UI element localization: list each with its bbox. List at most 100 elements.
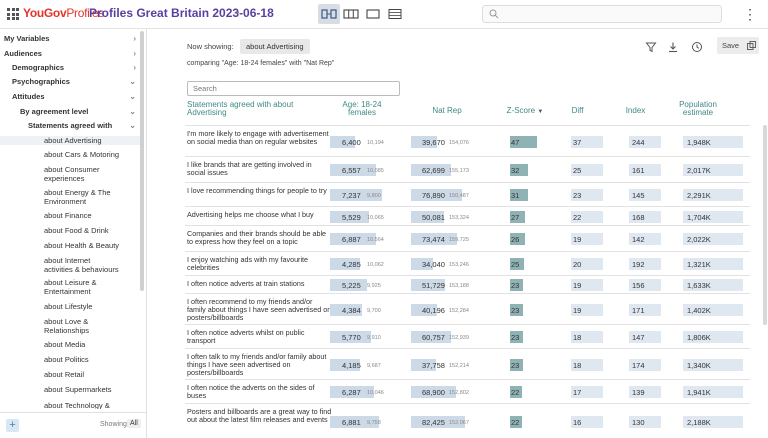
sidebar-item[interactable]: about Finance <box>0 211 140 220</box>
table-row[interactable]: I often notice the adverts on the sides … <box>185 379 750 403</box>
sidebar-item[interactable]: about Politics <box>0 355 140 364</box>
sidebar-item[interactable]: about Internet activities & behaviours <box>0 256 140 274</box>
natrep-value: 37,758 <box>422 361 445 370</box>
table-row[interactable]: I often notice adverts at train stations… <box>185 275 750 293</box>
sidebar-item[interactable]: about Retail <box>0 370 140 379</box>
sidebar-item[interactable]: about Cars & Motoring <box>0 150 140 159</box>
sidebar-item[interactable]: about Energy & The Environment <box>0 188 140 206</box>
table-row[interactable]: I like brands that are getting involved … <box>185 156 750 182</box>
sidebar-item[interactable]: Demographics › <box>0 63 140 72</box>
showing-label: Showing <box>100 421 127 428</box>
sidebar-item[interactable]: By agreement level ⌄ <box>0 107 140 116</box>
chevron-down-icon[interactable]: ⌄ <box>129 121 136 130</box>
sidebar-item[interactable]: about Technology & <box>0 401 140 409</box>
population-value: 2,017K <box>687 166 711 175</box>
apps-grid-icon[interactable] <box>7 8 19 20</box>
add-button[interactable]: + <box>6 419 19 432</box>
clock-icon[interactable] <box>691 41 703 53</box>
filter-icon[interactable] <box>645 41 657 53</box>
download-icon[interactable] <box>667 41 679 53</box>
table-row[interactable]: I often recommend to my friends and/or f… <box>185 293 750 324</box>
sidebar-item[interactable]: Psychographics ⌄ <box>0 77 140 86</box>
natrep-base: 152,214 <box>449 363 469 369</box>
population-value: 1,704K <box>687 213 711 222</box>
population-value: 2,291K <box>687 191 711 200</box>
table-row[interactable]: I enjoy watching ads with my favourite c… <box>185 251 750 275</box>
single-view-icon[interactable] <box>362 4 384 24</box>
copy-icon[interactable] <box>747 41 756 50</box>
sidebar-item[interactable]: about Consumer experiences <box>0 165 140 183</box>
natrep-value: 34,040 <box>422 260 445 269</box>
table-search-input[interactable]: Search <box>187 81 400 96</box>
statement-label: I'm more likely to engage with advertise… <box>187 129 329 146</box>
page-title[interactable]: Profiles Great Britain 2023-06-18 <box>89 6 274 20</box>
table-row[interactable]: I often notice adverts whilst on public … <box>185 324 750 348</box>
table-row[interactable]: I often talk to my friends and/or family… <box>185 348 750 379</box>
zscore-value: 32 <box>511 166 520 175</box>
chevron-right-icon[interactable]: › <box>133 63 136 72</box>
columns-view-icon[interactable] <box>340 4 362 24</box>
index-value: 168 <box>632 213 645 222</box>
col-population[interactable]: Population estimate <box>672 101 724 117</box>
zscore-value: 26 <box>511 235 520 244</box>
sidebar-item[interactable]: about Lifestyle <box>0 302 140 311</box>
chevron-down-icon[interactable]: ⌄ <box>129 92 136 101</box>
sidebar-item[interactable]: about Food & Drink <box>0 226 140 235</box>
global-search-input[interactable] <box>482 5 722 23</box>
natrep-value: 60,757 <box>422 333 445 342</box>
table-row[interactable]: I love recommending things for people to… <box>185 182 750 206</box>
chevron-right-icon[interactable]: › <box>133 49 136 58</box>
col-natrep[interactable]: Nat Rep <box>422 107 472 115</box>
sidebar-item[interactable]: Audiences › <box>0 49 140 58</box>
chevron-down-icon[interactable]: ⌄ <box>129 77 136 86</box>
now-showing-chip[interactable]: about Advertising <box>240 39 310 54</box>
index-value: 161 <box>632 166 645 175</box>
index-value: 145 <box>632 191 645 200</box>
audience-base: 10,085 <box>367 168 384 174</box>
col-index[interactable]: Index <box>623 107 648 115</box>
table-row[interactable]: Posters and billboards are a great way t… <box>185 403 750 438</box>
sidebar-item-label: about Internet activities & behaviours <box>44 256 119 274</box>
natrep-base: 153,324 <box>449 215 469 221</box>
zscore-value: 27 <box>511 213 520 222</box>
more-menu-icon[interactable]: ⋮ <box>743 7 757 21</box>
audience-base: 9,910 <box>367 335 381 341</box>
col-audience[interactable]: Age: 18-24 females <box>337 101 387 117</box>
showing-filter-select[interactable]: All <box>127 419 141 428</box>
natrep-base: 152,284 <box>449 308 469 314</box>
zscore-value: 23 <box>511 333 520 342</box>
population-value: 1,941K <box>687 388 711 397</box>
sidebar-item-label: about Finance <box>44 211 92 220</box>
col-zscore[interactable]: Z-Score ▼ <box>500 107 550 116</box>
sidebar-item[interactable]: about Love & Relationships <box>0 317 140 335</box>
sidebar-item[interactable]: about Advertising <box>0 136 140 145</box>
save-button[interactable]: Save <box>717 37 759 54</box>
split-view-icon[interactable] <box>318 4 340 24</box>
table-row[interactable]: Advertising helps me choose what I buy 5,… <box>185 206 750 225</box>
table-row[interactable]: I'm more likely to engage with advertise… <box>185 125 750 156</box>
chevron-right-icon[interactable]: › <box>133 34 136 43</box>
table-scrollbar[interactable] <box>763 125 767 325</box>
sidebar-item[interactable]: about Supermarkets <box>0 385 140 394</box>
table-view-icon[interactable] <box>384 4 406 24</box>
diff-value: 19 <box>573 306 582 315</box>
sidebar-item[interactable]: Statements agreed with ⌄ <box>0 121 140 130</box>
chevron-down-icon[interactable]: ⌄ <box>233 6 241 17</box>
sidebar-item-label: about Food & Drink <box>44 226 109 235</box>
sidebar-item-label: about Health & Beauty <box>44 241 120 250</box>
sidebar-item[interactable]: My Variables › <box>0 34 140 43</box>
sidebar-scrollbar[interactable] <box>140 31 144 291</box>
natrep-value: 40,196 <box>422 306 445 315</box>
statement-label: I often recommend to my friends and/or f… <box>187 297 332 322</box>
table-row[interactable]: Companies and their brands should be abl… <box>185 225 750 251</box>
sidebar-item[interactable]: about Media <box>0 340 140 349</box>
audience-base: 10,194 <box>367 140 384 146</box>
index-value: 244 <box>632 138 645 147</box>
sidebar-item[interactable]: Attitudes ⌄ <box>0 92 140 101</box>
variable-tree: My Variables › Audiences › Demographics › Psyc… <box>0 29 140 409</box>
col-diff[interactable]: Diff <box>565 107 590 115</box>
chevron-down-icon[interactable]: ⌄ <box>129 107 136 116</box>
sidebar-item[interactable]: about Health & Beauty <box>0 241 140 250</box>
sidebar-item[interactable]: about Leisure & Entertainment <box>0 278 140 296</box>
top-bar: YouGovProfiles Profiles Great Britain 20… <box>0 0 768 29</box>
